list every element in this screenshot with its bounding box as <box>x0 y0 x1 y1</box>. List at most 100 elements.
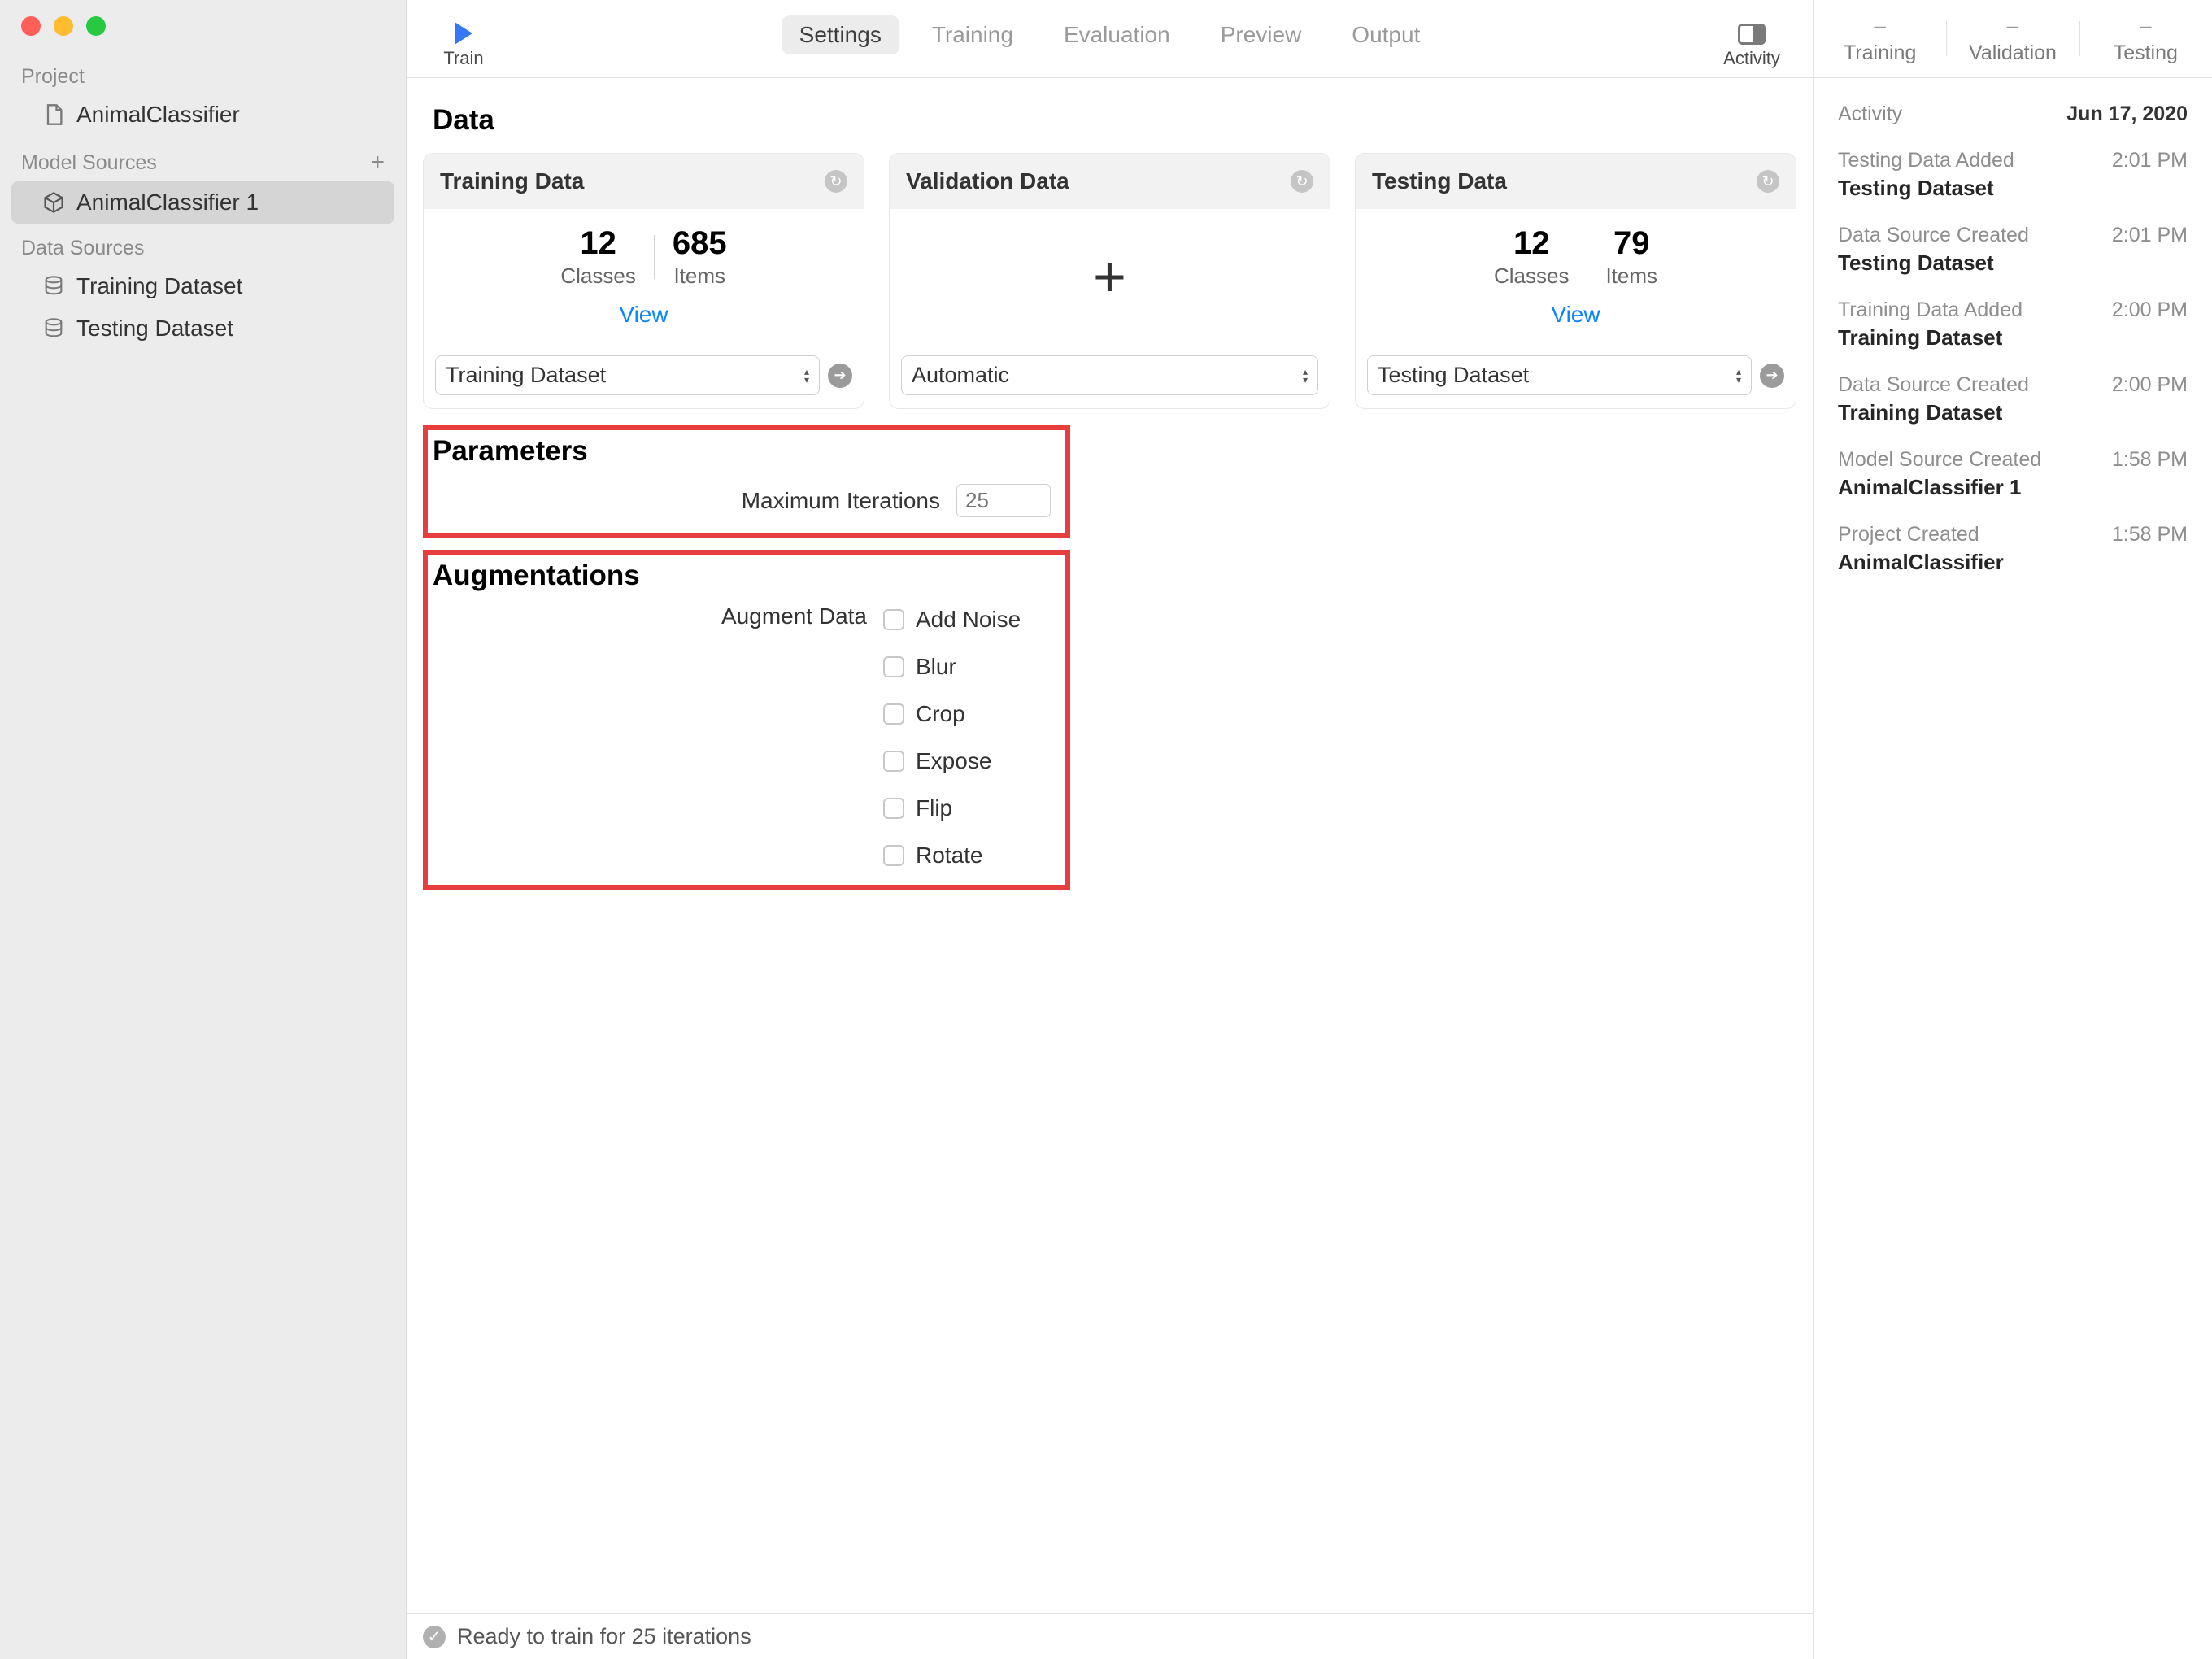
card-title: Training Data <box>440 168 584 194</box>
activity-list: Testing Data Added2:01 PMTesting Dataset… <box>1814 141 2212 590</box>
sidebar-item-project[interactable]: AnimalClassifier <box>0 94 406 136</box>
metric-value: – <box>1874 13 1885 38</box>
classes-count: 12 <box>1513 225 1550 262</box>
activity-item[interactable]: Training Data Added2:00 PMTraining Datas… <box>1814 290 2212 365</box>
main-tabs: Settings Training Evaluation Preview Out… <box>782 15 1439 54</box>
tab-training[interactable]: Training <box>914 15 1031 54</box>
checkbox-icon <box>883 703 904 725</box>
window-controls <box>0 0 406 52</box>
datasource-name: Training Dataset <box>76 273 242 299</box>
view-link[interactable]: View <box>619 302 668 328</box>
go-icon[interactable]: ➔ <box>1760 364 1784 388</box>
validation-dataset-select[interactable]: Automatic ▴▾ <box>901 355 1318 395</box>
select-value: Testing Dataset <box>1378 363 1529 388</box>
fullscreen-window-icon[interactable] <box>86 16 106 36</box>
card-title: Validation Data <box>906 168 1069 194</box>
updown-icon: ▴▾ <box>1736 368 1741 384</box>
add-validation-data-icon[interactable]: + <box>1093 244 1126 309</box>
database-icon <box>42 317 65 340</box>
classes-count: 12 <box>580 225 616 262</box>
activity-toggle-button[interactable]: Activity <box>1715 24 1788 69</box>
sidebar: Project AnimalClassifier Model Sources +… <box>0 0 407 1659</box>
checkbox-icon <box>883 609 904 630</box>
status-text: Ready to train for 25 iterations <box>457 1624 751 1649</box>
sidebar-item-model-source[interactable]: AnimalClassifier 1 <box>11 181 394 224</box>
testing-data-card: Testing Data ↻ 12Classes 79Items View Te… <box>1355 153 1796 409</box>
close-window-icon[interactable] <box>21 16 41 36</box>
augment-data-label: Augment Data <box>428 603 883 869</box>
metrics-row: – Training – Validation – Testing <box>1814 0 2212 78</box>
add-model-source-icon[interactable]: + <box>370 149 385 176</box>
toolbar: Train Settings Training Evaluation Previ… <box>407 0 1813 78</box>
activity-item-detail: Testing Dataset <box>1838 176 2188 201</box>
database-icon <box>42 275 65 298</box>
augment-option-rotate[interactable]: Rotate <box>883 843 1021 869</box>
check-icon: ✓ <box>423 1626 446 1648</box>
augment-option-blur[interactable]: Blur <box>883 654 1021 680</box>
minimize-window-icon[interactable] <box>54 16 73 36</box>
classes-label: Classes <box>1494 263 1569 289</box>
activity-item-title: Project Created <box>1838 523 1979 546</box>
items-label: Items <box>673 263 725 289</box>
activity-item[interactable]: Testing Data Added2:01 PMTesting Dataset <box>1814 141 2212 216</box>
metric-label: Validation <box>1969 41 2057 65</box>
augment-option-flip[interactable]: Flip <box>883 795 1021 821</box>
sidebar-item-datasource-testing[interactable]: Testing Dataset <box>0 307 406 350</box>
items-count: 685 <box>673 225 727 262</box>
activity-item-detail: Training Dataset <box>1838 400 2188 425</box>
augment-option-crop[interactable]: Crop <box>883 701 1021 727</box>
tab-preview[interactable]: Preview <box>1203 15 1320 54</box>
testing-dataset-select[interactable]: Testing Dataset ▴▾ <box>1367 355 1752 395</box>
max-iterations-input[interactable] <box>956 484 1051 517</box>
max-iterations-label: Maximum Iterations <box>742 488 940 514</box>
card-header: Validation Data ↻ <box>890 154 1330 209</box>
metric-validation[interactable]: – Validation <box>1946 0 2079 77</box>
metric-training[interactable]: – Training <box>1814 0 1946 77</box>
activity-item-title: Training Data Added <box>1838 298 2023 322</box>
metric-label: Training <box>1844 41 1916 65</box>
data-cards: Training Data ↻ 12Classes 685Items View … <box>423 153 1796 409</box>
train-button[interactable]: Train <box>431 22 496 69</box>
activity-item[interactable]: Project Created 1:58 PM AnimalClassifier <box>1814 515 2212 590</box>
go-icon[interactable]: ➔ <box>828 364 852 388</box>
augment-option-expose[interactable]: Expose <box>883 748 1021 774</box>
activity-item[interactable]: Data Source Created2:01 PMTesting Datase… <box>1814 216 2212 290</box>
metric-label: Testing <box>2114 41 2178 65</box>
refresh-icon[interactable]: ↻ <box>825 170 847 193</box>
validation-data-card: Validation Data ↻ + Automatic ▴▾ <box>889 153 1330 409</box>
training-data-card: Training Data ↻ 12Classes 685Items View … <box>423 153 864 409</box>
activity-header-label: Activity <box>1838 102 1902 126</box>
activity-item-time: 2:00 PM <box>2112 373 2188 397</box>
augment-option-add-noise[interactable]: Add Noise <box>883 607 1021 633</box>
section-title-data: Data <box>423 94 1796 153</box>
tab-evaluation[interactable]: Evaluation <box>1046 15 1188 54</box>
training-dataset-select[interactable]: Training Dataset ▴▾ <box>435 355 820 395</box>
refresh-icon[interactable]: ↻ <box>1291 170 1313 193</box>
activity-header-date: Jun 17, 2020 <box>2066 102 2188 126</box>
content: Data Training Data ↻ 12Classes 685Items … <box>407 78 1813 1613</box>
items-label: Items <box>1605 263 1657 289</box>
play-icon <box>455 22 472 45</box>
activity-item-title: Data Source Created <box>1838 373 2029 397</box>
checkbox-icon <box>883 798 904 819</box>
tab-settings[interactable]: Settings <box>782 15 899 54</box>
card-header: Training Data ↻ <box>424 154 864 209</box>
metric-value: – <box>2007 13 2018 38</box>
tab-output[interactable]: Output <box>1334 15 1438 54</box>
card-header: Testing Data ↻ <box>1356 154 1796 209</box>
activity-header: Activity Jun 17, 2020 <box>1814 78 2212 141</box>
augment-options: Add Noise Blur Crop Expose Flip Rotate <box>883 603 1021 869</box>
view-link[interactable]: View <box>1551 302 1600 328</box>
datasource-name: Testing Dataset <box>76 316 233 342</box>
classes-label: Classes <box>560 263 635 289</box>
metric-testing[interactable]: – Testing <box>2079 0 2212 77</box>
sidebar-section-project: Project <box>0 52 406 94</box>
activity-item[interactable]: Model Source Created1:58 PMAnimalClassif… <box>1814 440 2212 515</box>
activity-item-title: Data Source Created <box>1838 224 2029 247</box>
activity-label: Activity <box>1723 48 1780 69</box>
sidebar-item-datasource-training[interactable]: Training Dataset <box>0 265 406 307</box>
refresh-icon[interactable]: ↻ <box>1757 170 1779 193</box>
activity-item[interactable]: Data Source Created 2:00 PM Training Datas… <box>1814 365 2212 440</box>
activity-item-time: 1:58 PM <box>2112 523 2188 546</box>
activity-item-detail: AnimalClassifier <box>1838 550 2188 575</box>
